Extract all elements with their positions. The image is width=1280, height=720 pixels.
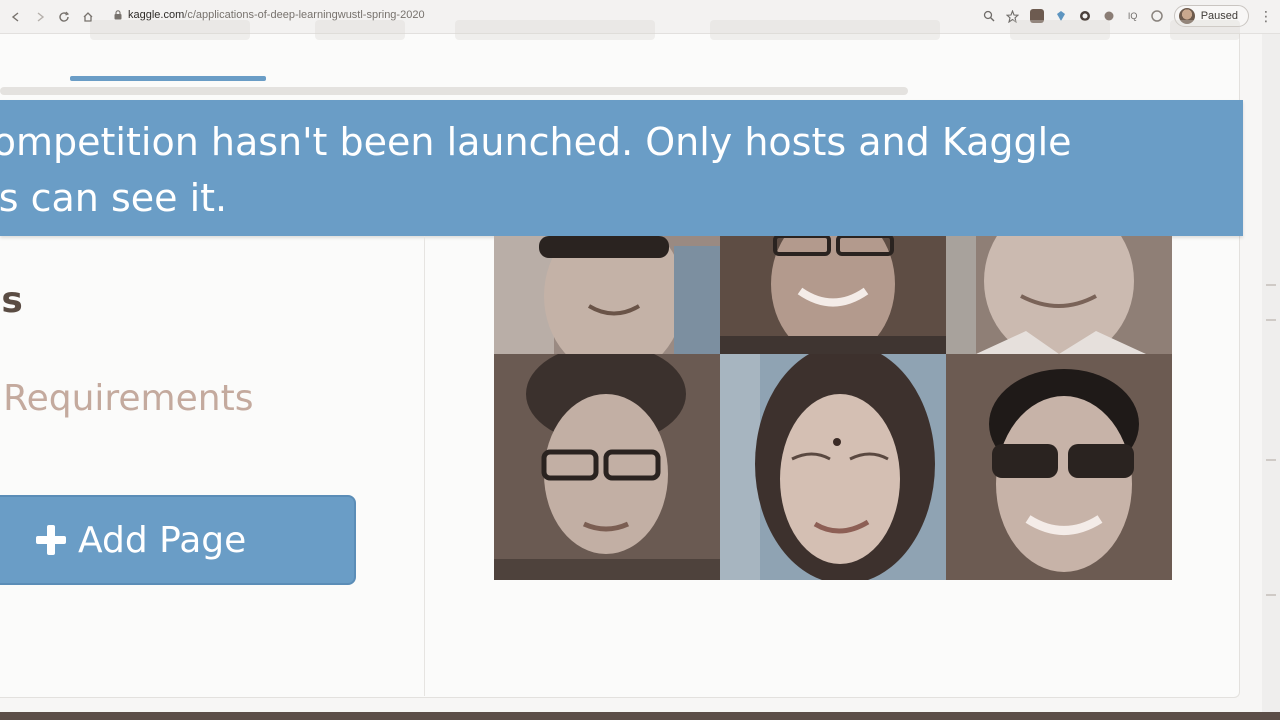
menu-icon[interactable]: ⋮ <box>1259 8 1273 25</box>
extension-icon[interactable]: IQ <box>1126 9 1140 23</box>
tab-strip <box>0 20 1240 95</box>
add-page-label: Add Page <box>78 519 247 561</box>
face-photo <box>494 236 720 354</box>
forward-icon[interactable] <box>28 5 52 29</box>
right-gutter <box>1262 34 1280 720</box>
tab-discussion[interactable] <box>710 20 940 40</box>
face-photo <box>946 354 1172 580</box>
taskbar-edge <box>0 712 1280 720</box>
back-icon[interactable] <box>4 5 28 29</box>
column-divider <box>424 236 425 696</box>
tab-scrollbar[interactable] <box>0 87 908 95</box>
left-column: zes nels Requirements Add Page <box>0 236 424 696</box>
active-tab-indicator <box>70 76 266 81</box>
tab-team[interactable] <box>1170 20 1240 40</box>
competition-card: s competition hasn't been launched. Only… <box>0 20 1243 698</box>
kernels-requirements-link[interactable]: nels Requirements <box>0 378 253 419</box>
lock-icon <box>114 10 122 20</box>
tab-data[interactable] <box>315 20 405 40</box>
section-heading: zes <box>0 280 23 321</box>
tab-rules[interactable] <box>1010 20 1110 40</box>
face-photo <box>946 236 1172 354</box>
extension-icon[interactable] <box>1150 9 1164 23</box>
plus-icon <box>36 525 66 555</box>
page: s competition hasn't been launched. Only… <box>0 20 1280 720</box>
tab-notebooks[interactable] <box>455 20 655 40</box>
banner-message: s competition hasn't been launched. Only… <box>0 120 1072 220</box>
face-photo <box>494 354 720 580</box>
face-grid-image <box>494 236 1172 580</box>
face-photo <box>720 236 946 354</box>
face-photo <box>720 354 946 580</box>
reload-icon[interactable] <box>52 5 76 29</box>
tab-overview[interactable] <box>90 20 250 40</box>
unlaunched-banner: s competition hasn't been launched. Only… <box>0 100 1243 236</box>
add-page-button[interactable]: Add Page <box>0 495 356 585</box>
zoom-icon[interactable] <box>982 9 996 23</box>
